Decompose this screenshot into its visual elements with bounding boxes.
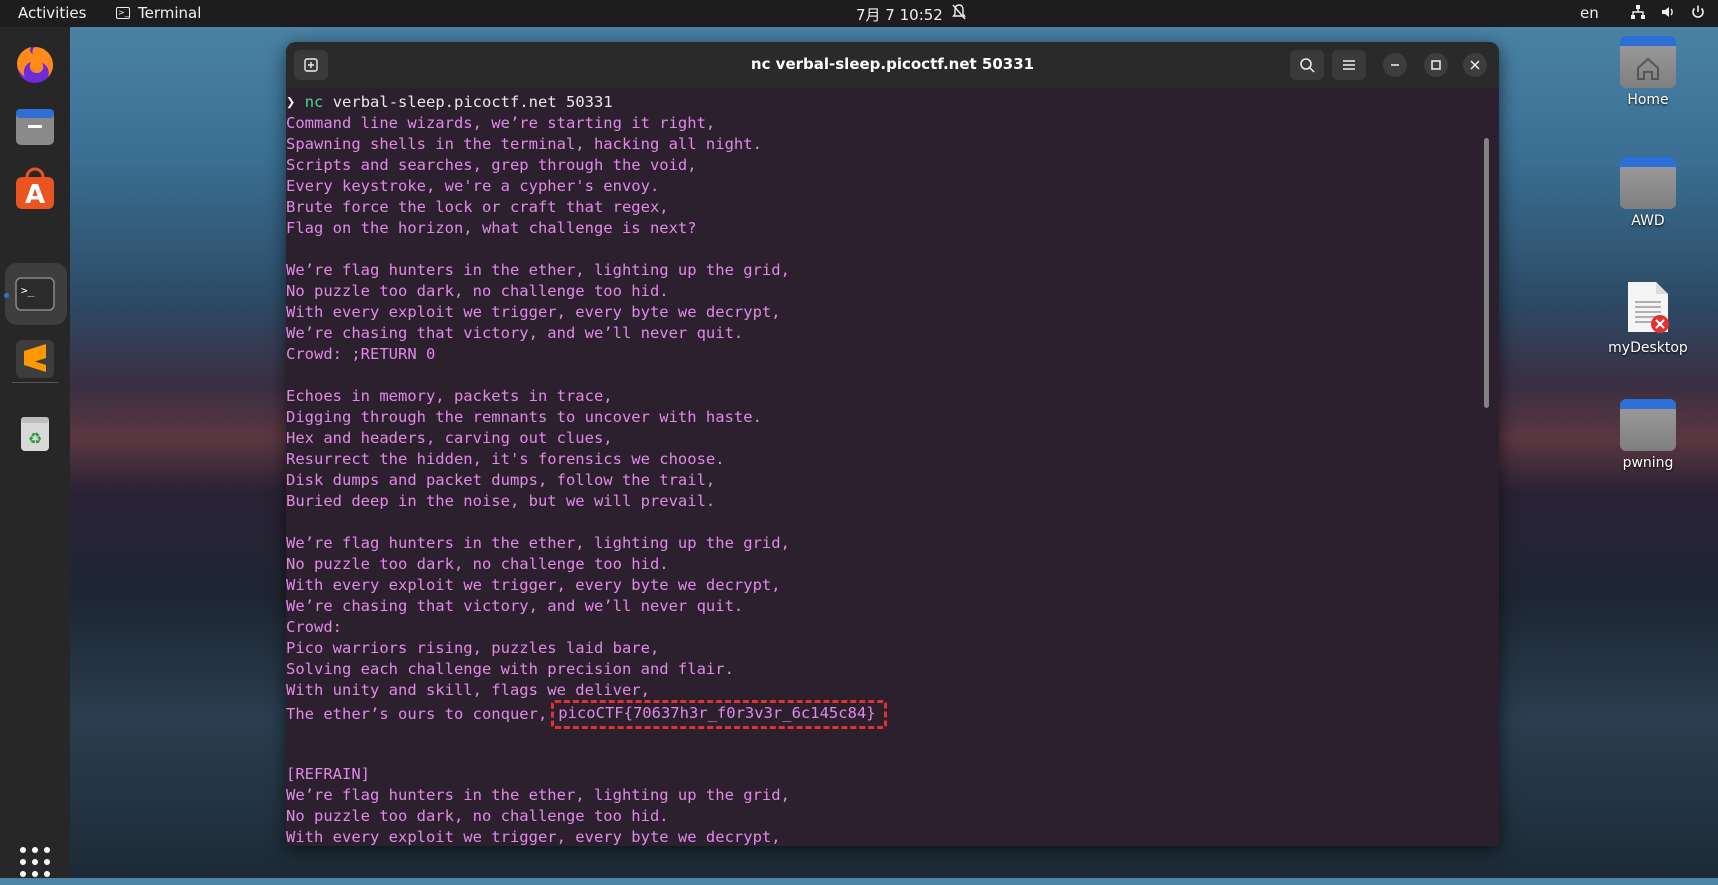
terminal-line: With every exploit we trigger, every byt… [286, 576, 781, 594]
desktop-item-label: pwning [1622, 455, 1674, 471]
clock[interactable]: 7月 7 10:52 [856, 4, 943, 25]
terminal-line: Resurrect the hidden, it's forensics we … [286, 450, 725, 468]
notifications-muted-icon[interactable] [952, 4, 966, 24]
system-menu[interactable] [1630, 4, 1706, 20]
desktop-item-pwning[interactable]: pwning [1603, 399, 1693, 471]
terminal-line: No puzzle too dark, no challenge too hid… [286, 555, 669, 573]
maximize-button[interactable] [1424, 53, 1448, 77]
output-lines: Command line wizards, we’re starting it … [286, 113, 1491, 701]
prompt-arrow: ❯ [286, 93, 296, 111]
activities-button[interactable]: Activities [18, 4, 86, 22]
output-lines-after: [REFRAIN] We’re flag hunters in the ether… [286, 722, 1491, 846]
terminal-line: Disk dumps and packet dumps, follow the … [286, 471, 716, 489]
terminal-line: We’re chasing that victory, and we’ll ne… [286, 324, 744, 342]
terminal-line: Crowd: [286, 618, 342, 636]
desktop-item-awd[interactable]: AWD [1603, 157, 1693, 229]
terminal-line: We’re flag hunters in the ether, lightin… [286, 534, 790, 552]
menu-button[interactable] [1332, 50, 1366, 80]
folder-icon [1620, 157, 1676, 209]
prompt-line: ❯ nc verbal-sleep.picoctf.net 50331 [286, 92, 1491, 113]
terminal-line: [REFRAIN] [286, 765, 370, 783]
terminal-line: We’re flag hunters in the ether, lightin… [286, 261, 790, 279]
terminal-output[interactable]: ❯ nc verbal-sleep.picoctf.net 50331 Comm… [286, 88, 1491, 846]
minimize-icon [1391, 64, 1399, 66]
show-apps-icon[interactable] [12, 839, 58, 885]
terminal-line: Crowd: ;RETURN 0 [286, 345, 436, 363]
running-indicator [4, 293, 9, 298]
svg-text:>_: >_ [21, 284, 35, 297]
terminal-line: Digging through the remnants to uncover … [286, 408, 762, 426]
terminal-line: We’re flag hunters in the ether, lightin… [286, 786, 790, 804]
terminal-line: Spawning shells in the terminal, hacking… [286, 135, 762, 153]
sublime-text-icon[interactable] [12, 336, 58, 382]
dock-separator [12, 382, 58, 383]
files-icon[interactable] [12, 104, 58, 150]
minimize-button[interactable] [1383, 53, 1407, 77]
app-menu[interactable]: >_ Terminal [116, 4, 201, 22]
terminal-line: With every exploit we trigger, every byt… [286, 828, 781, 846]
desktop-item-mydesktop[interactable]: myDesktop [1603, 280, 1693, 356]
terminal-line: No puzzle too dark, no challenge too hid… [286, 807, 669, 825]
folder-icon [1620, 399, 1676, 451]
network-icon [1631, 5, 1645, 19]
terminal-window: nc verbal-sleep.picoctf.net 50331 ❯ nc v… [286, 42, 1499, 846]
search-icon [1300, 58, 1315, 73]
prompt-command: nc [304, 93, 324, 111]
scrollbar[interactable] [1484, 138, 1489, 408]
desktop-item-label: AWD [1631, 213, 1665, 229]
terminal-line: With every exploit we trigger, every byt… [286, 303, 781, 321]
terminal-line: Hex and headers, carving out clues, [286, 429, 613, 447]
desktop-item-home[interactable]: Home [1603, 36, 1693, 108]
top-bar: Activities >_ Terminal 7月 7 10:52 en [0, 0, 1718, 27]
terminal-line: Scripts and searches, grep through the v… [286, 156, 697, 174]
power-icon [1692, 5, 1704, 18]
flag-line: The ether’s ours to conquer, picoCTF{7063… [286, 700, 1491, 729]
app-center-icon[interactable]: A [12, 166, 58, 212]
prompt-arguments: verbal-sleep.picoctf.net 50331 [332, 93, 613, 111]
app-menu-label: Terminal [138, 4, 202, 22]
hamburger-menu-icon [1343, 60, 1355, 70]
search-button[interactable] [1290, 50, 1324, 80]
close-button[interactable] [1463, 53, 1487, 77]
terminal-line: Every keystroke, we're a cypher's envoy. [286, 177, 660, 195]
window-titlebar[interactable]: nc verbal-sleep.picoctf.net 50331 [286, 42, 1499, 88]
volume-icon [1662, 7, 1673, 17]
input-language-indicator[interactable]: en [1580, 4, 1599, 22]
desktop-item-label: myDesktop [1608, 340, 1688, 356]
dock: A >_ ♻ [0, 27, 70, 878]
terminal-app-icon[interactable]: >_ [12, 271, 58, 317]
terminal-line: Buried deep in the noise, but we will pr… [286, 492, 716, 510]
terminal-line: Flag on the horizon, what challenge is n… [286, 219, 697, 237]
terminal-line: Pico warriors rising, puzzles laid bare, [286, 639, 660, 657]
terminal-line: Echoes in memory, packets in trace, [286, 387, 613, 405]
maximize-icon [1431, 60, 1441, 70]
svg-text:♻: ♻ [28, 429, 42, 448]
terminal-line: Brute force the lock or craft that regex… [286, 198, 669, 216]
flag-line-prefix: The ether’s ours to conquer, [286, 705, 548, 723]
flag-highlight: picoCTF{70637h3r_f0r3v3r_6c145c84} [551, 700, 887, 729]
close-icon [1470, 60, 1480, 70]
terminal-line: With unity and skill, flags we deliver, [286, 681, 650, 699]
terminal-line: We’re chasing that victory, and we’ll ne… [286, 597, 744, 615]
home-folder-icon [1620, 36, 1676, 88]
desktop-item-label: Home [1627, 92, 1669, 108]
terminal-line: No puzzle too dark, no challenge too hid… [286, 282, 669, 300]
text-file-icon [1626, 280, 1670, 334]
svg-text:A: A [25, 180, 45, 210]
trash-icon[interactable]: ♻ [12, 410, 58, 456]
terminal-line: Solving each challenge with precision an… [286, 660, 734, 678]
terminal-line: Command line wizards, we’re starting it … [286, 114, 716, 132]
terminal-icon: >_ [116, 7, 130, 19]
firefox-icon[interactable] [12, 41, 58, 87]
